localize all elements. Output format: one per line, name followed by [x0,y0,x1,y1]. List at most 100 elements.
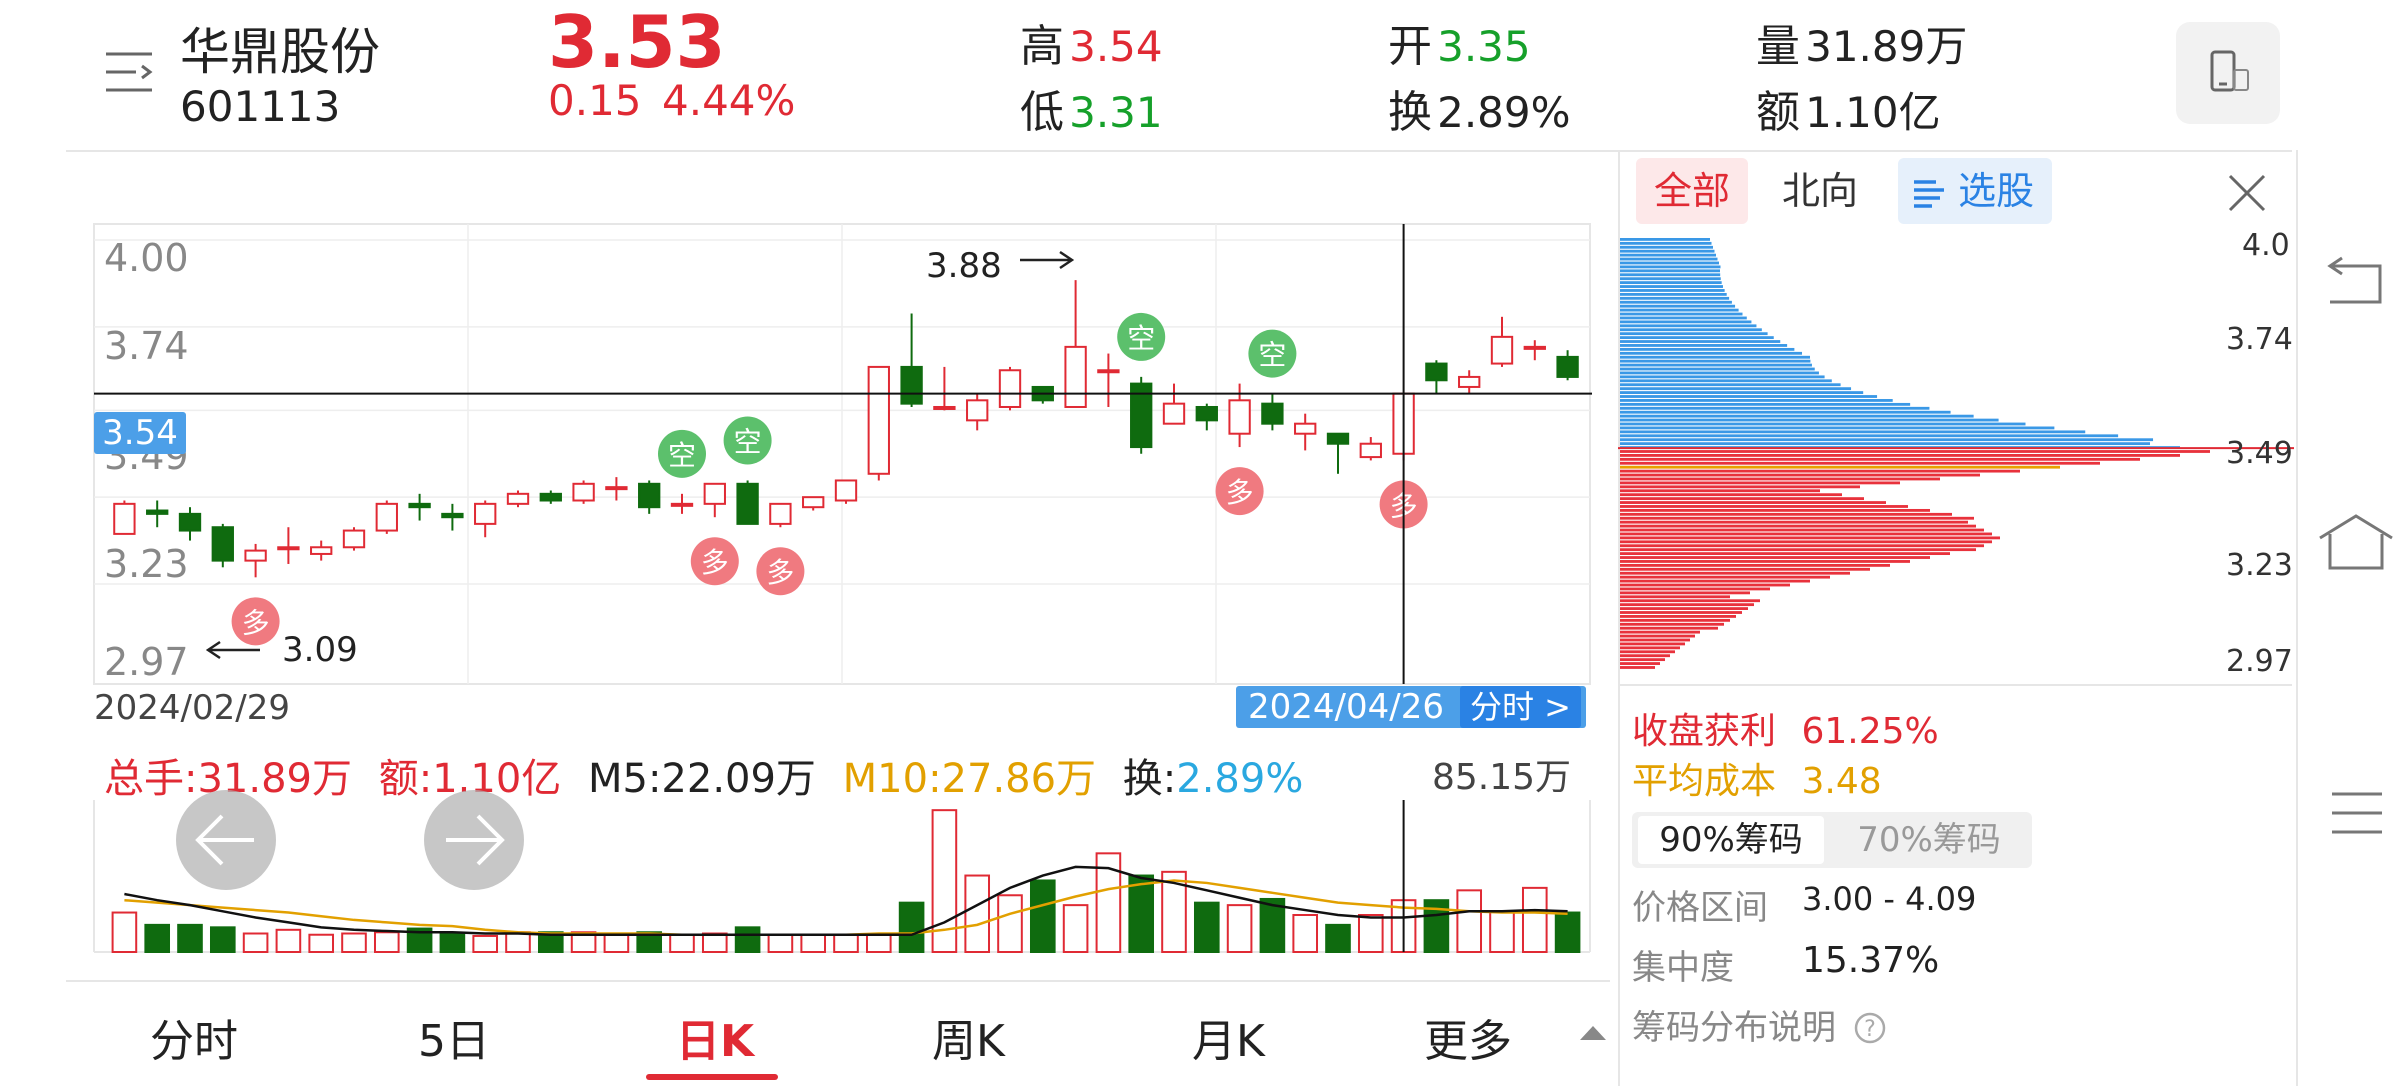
sell-signal-text: 空 [1258,339,1286,372]
nav-back-icon[interactable] [2320,256,2390,316]
candle-body [998,369,1022,408]
btn-70-chips[interactable]: 70%筹码 [1836,816,2022,864]
quote-volume: 量 31.89万 [1756,10,1967,74]
chip-bar [1620,493,1842,497]
chip-bar [1620,477,1940,481]
chip-bar [1620,595,1730,599]
quote-turnover-label: 换 [1388,87,1432,138]
chip-bar [1620,544,1984,548]
chip-bar [1620,320,1752,324]
arrow-right-icon [446,814,505,866]
candle-body [375,502,398,532]
candle-body [802,496,825,509]
buy-signal-text: 多 [242,606,270,639]
volume-bar [341,932,367,953]
tab-5day[interactable]: 5日 [418,1005,490,1069]
chip-tab-select[interactable]: 选股 [1898,158,2053,224]
chip-bar [1620,269,1720,273]
chip-bar [1620,277,1721,281]
chip-bar [1620,324,1757,328]
volume-bar [1062,904,1089,953]
nav-home-icon[interactable] [2316,512,2396,576]
chip-bar [1620,646,1680,650]
chip-bar [1620,603,1754,607]
candle-body [572,482,595,502]
profit-value: 61.25% [1801,711,1939,752]
volume-bar [144,923,171,954]
btn-90-chips[interactable]: 90%筹码 [1638,816,1824,864]
chip-bar [1620,497,1864,501]
candle-body [244,549,267,562]
chip-bar [1620,615,1736,618]
quote-open-label: 开 [1388,21,1432,72]
volume-bar [1521,886,1548,953]
vol-turn-value: 2.89% [1176,756,1304,802]
chip-bar [1620,422,2026,426]
y-tick-0: 4.00 [104,236,189,280]
quote-low-value: 3.31 [1069,88,1163,137]
nav-menu-icon[interactable] [2330,790,2384,840]
chip-bar [1620,567,1870,571]
tab-monthly-k[interactable]: 月K [1192,1005,1265,1069]
avg-cost-label: 平均成本 [1632,761,1777,802]
chip-bar [1620,607,1748,610]
price-range-value: 3.00 - 4.09 [1802,880,1977,918]
chip-bar [1620,387,1852,391]
candle-body [605,486,628,491]
chip-bar [1620,406,1930,410]
scroll-right-button[interactable] [424,790,524,890]
chip-tab-north[interactable]: 北向 [1764,158,1876,224]
volume-bar [439,932,466,953]
close-icon[interactable] [2226,172,2268,218]
chip-bar [1620,548,1976,552]
candle-body [1425,362,1448,382]
chip-bar [1620,634,1695,638]
candle-body [867,365,890,475]
candle-body [703,482,726,505]
quote-volume-label: 量 [1756,21,1800,72]
candle-body [310,546,333,555]
chip-bar [1620,296,1730,300]
volume-bar [472,934,499,953]
candlestick-chart[interactable]: 多多 多多 多空 空空空 [0,150,1610,710]
candle-body [1195,405,1218,422]
quote-low: 低 3.31 [1020,76,1163,140]
chip-bar [1620,410,1951,414]
chip-bar [1620,626,1718,630]
volume-bar [701,932,728,953]
candle-body [277,546,300,551]
m5-line [124,865,1568,936]
rotate-screen-button[interactable] [2176,22,2280,124]
candle-body [1523,345,1546,350]
chip-bar [1620,489,1820,493]
tab-more[interactable]: 更多 [1424,1005,1512,1069]
candle-body [539,492,562,502]
chip-bar [1620,363,1812,367]
chip-bar [1620,351,1803,355]
tab-time-share[interactable]: 分时 [150,1005,238,1069]
scroll-left-button[interactable] [176,790,276,890]
tab-daily-k[interactable]: 日K [676,1005,754,1069]
volume-bar [1357,914,1384,953]
time-share-button[interactable]: 分时 > [1460,686,1581,728]
chip-bar [1620,654,1670,658]
chip-help-link[interactable]: 筹码分布说明 ? [1632,1000,1887,1049]
quote-turnover-value: 2.89% [1437,88,1571,137]
quote-open-value: 3.35 [1437,22,1531,71]
quote-high: 高 3.54 [1020,10,1163,74]
candle-body [1261,402,1284,425]
chip-bar [1620,556,1930,559]
m10-value: 27.86万 [941,756,1097,802]
menu-icon[interactable] [104,50,154,94]
chip-tab-all[interactable]: 全部 [1636,158,1749,224]
tab-weekly-k[interactable]: 周K [932,1005,1005,1069]
chip-bar [1620,241,1712,245]
candle-body [178,512,202,532]
caret-up-icon[interactable] [1578,1022,1608,1046]
svg-text:?: ? [1864,1017,1876,1042]
active-tab-underline [646,1074,778,1080]
chip-bar [1620,402,1911,406]
chip-bar [1620,336,1774,340]
volume-bar [1193,901,1220,953]
chip-tab-select-label: 选股 [1958,169,2035,213]
